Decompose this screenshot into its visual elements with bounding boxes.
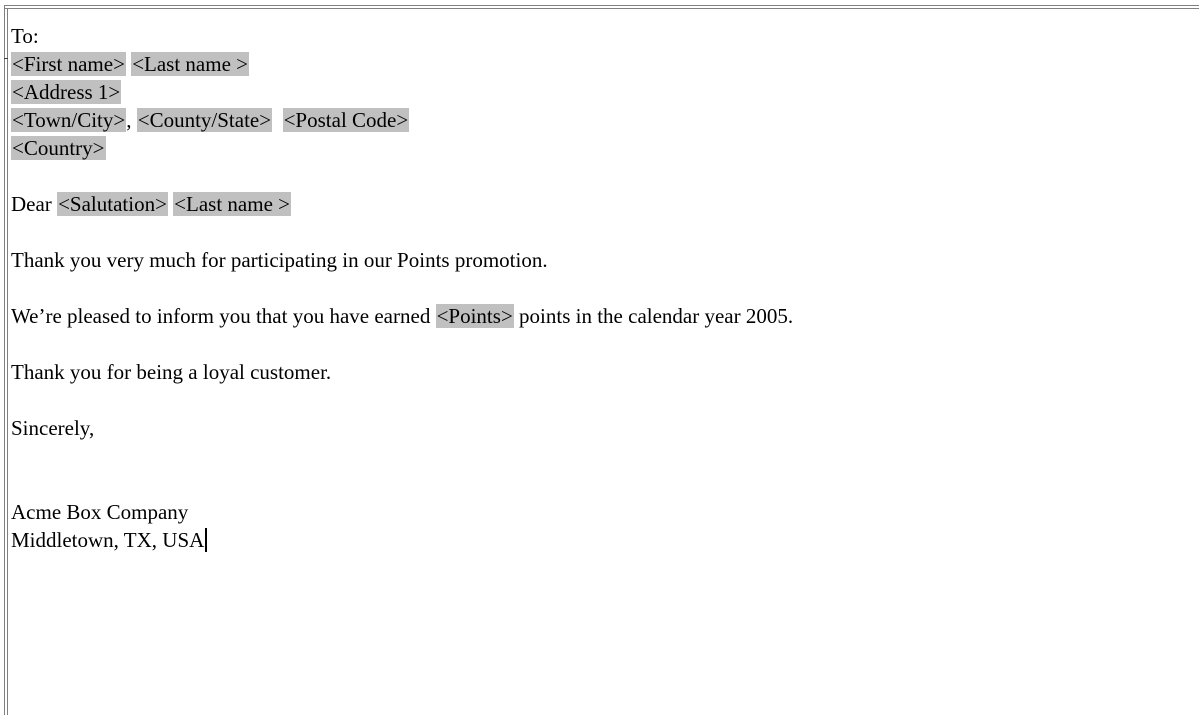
- page-frame-left: [4, 5, 5, 715]
- merge-field-last-name[interactable]: <Last name >: [131, 52, 250, 76]
- closing-text: Sincerely,: [11, 416, 95, 440]
- paragraph-loyal: Thank you for being a loyal customer.: [11, 358, 793, 386]
- merge-field-country[interactable]: <Country>: [11, 136, 106, 160]
- country-line: <Country>: [11, 134, 793, 162]
- merge-field-points[interactable]: <Points>: [435, 304, 514, 328]
- address-line: <Address 1>: [11, 78, 793, 106]
- page-frame-top-inner: [4, 8, 1199, 9]
- company-line: Acme Box Company: [11, 498, 793, 526]
- company-location: Middletown, TX, USA: [11, 528, 205, 552]
- paragraph-2-after: points in the calendar year 2005.: [513, 304, 794, 328]
- merge-field-postal-code[interactable]: <Postal Code>: [282, 108, 410, 132]
- paragraph-thank-you: Thank you very much for participating in…: [11, 246, 793, 274]
- to-label: To:: [11, 24, 39, 48]
- dear-text: Dear: [11, 192, 58, 216]
- name-line: <First name> <Last name >: [11, 50, 793, 78]
- location-line: Middletown, TX, USA: [11, 526, 793, 554]
- page-frame-top: [4, 5, 1199, 6]
- merge-field-first-name[interactable]: <First name>: [11, 52, 126, 76]
- paragraph-points: We’re pleased to inform you that you hav…: [11, 302, 793, 330]
- to-line: To:: [11, 22, 793, 50]
- letter-body[interactable]: To: <First name> <Last name > <Address 1…: [11, 22, 793, 554]
- merge-field-county-state[interactable]: <County/State>: [136, 108, 273, 132]
- merge-field-town-city[interactable]: <Town/City>: [11, 108, 127, 132]
- greeting-line: Dear <Salutation> <Last name >: [11, 190, 793, 218]
- page-frame-left-inner: [7, 8, 8, 715]
- document-page[interactable]: To: <First name> <Last name > <Address 1…: [0, 0, 1199, 715]
- paragraph-3-text: Thank you for being a loyal customer.: [11, 360, 332, 384]
- company-name: Acme Box Company: [11, 500, 189, 524]
- city-state-line: <Town/City>, <County/State> <Postal Code…: [11, 106, 793, 134]
- closing-line: Sincerely,: [11, 414, 793, 442]
- merge-field-salutation[interactable]: <Salutation>: [57, 192, 168, 216]
- paragraph-2-before: We’re pleased to inform you that you hav…: [11, 304, 436, 328]
- text-cursor: [205, 528, 208, 552]
- merge-field-address-1[interactable]: <Address 1>: [11, 80, 122, 104]
- merge-field-greeting-last-name[interactable]: <Last name >: [173, 192, 291, 216]
- margin-marker: [4, 58, 8, 59]
- paragraph-1-text: Thank you very much for participating in…: [11, 248, 548, 272]
- town-separator: ,: [126, 108, 137, 132]
